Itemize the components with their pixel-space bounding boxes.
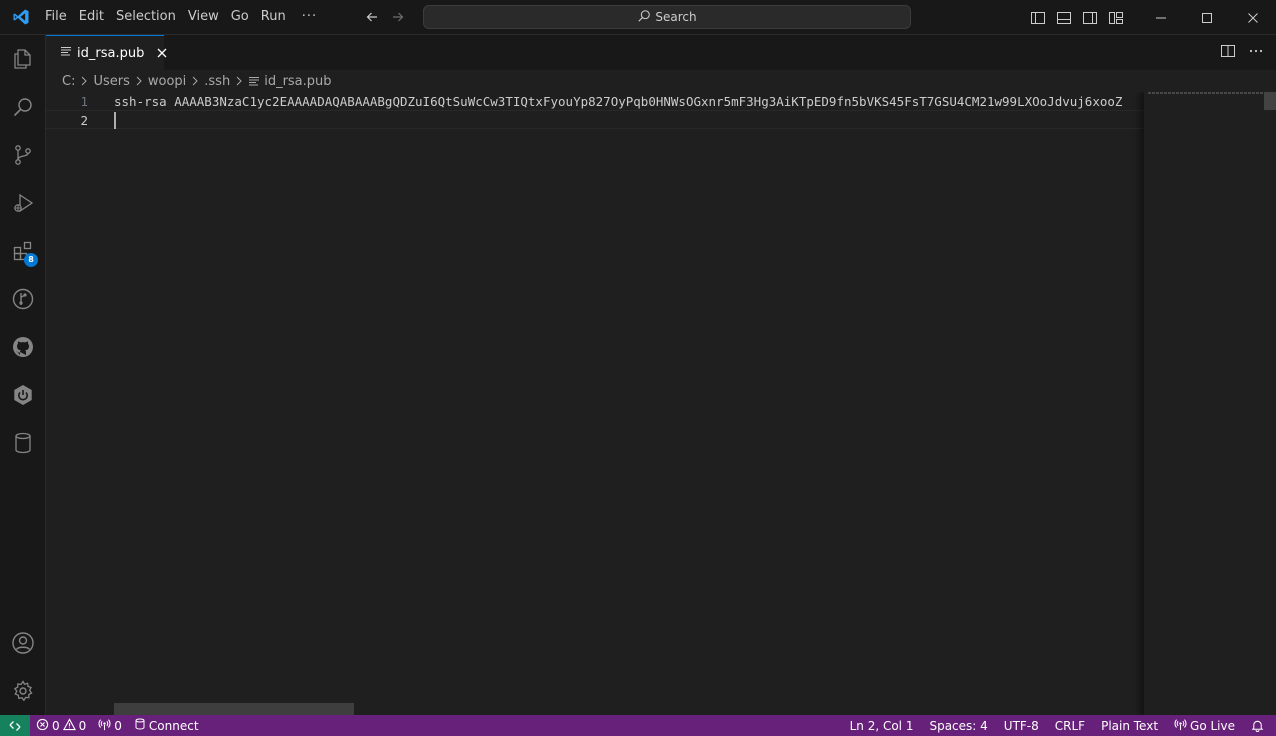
status-bar-right: Ln 2, Col 1 Spaces: 4 UTF-8 CRLF Plain T…: [842, 715, 1276, 736]
warning-icon: [62, 717, 76, 734]
layout-controls: [1030, 0, 1124, 35]
encoding-status[interactable]: UTF-8: [996, 715, 1047, 736]
more-actions-icon[interactable]: [1248, 43, 1264, 63]
github-icon[interactable]: [0, 323, 46, 371]
navigation-arrows: [363, 8, 407, 26]
breadcrumb-item-users[interactable]: Users: [93, 74, 129, 89]
menu-edit[interactable]: Edit: [73, 6, 110, 28]
search-placeholder: Search: [655, 10, 697, 24]
chevron-right-icon: [134, 76, 144, 86]
chevron-right-icon: [234, 76, 244, 86]
menu-run[interactable]: Run: [255, 6, 292, 28]
connect-status[interactable]: Connect: [128, 715, 205, 736]
connect-label: Connect: [148, 718, 199, 733]
command-center-search[interactable]: Search: [423, 5, 911, 29]
editor-line: 1 ssh-rsa AAAAB3NzaC1yc2EAAAADAQABAAABgQ…: [46, 92, 1143, 111]
accounts-icon[interactable]: [0, 619, 46, 667]
text-editor[interactable]: 1 ssh-rsa AAAAB3NzaC1yc2EAAAADAQABAAABgQ…: [46, 92, 1276, 715]
source-control-icon[interactable]: [0, 131, 46, 179]
title-bar: File Edit Selection View Go Run ··· Sear…: [0, 0, 1276, 35]
indentation-status[interactable]: Spaces: 4: [921, 715, 995, 736]
menu-view[interactable]: View: [182, 6, 225, 28]
language-mode[interactable]: Plain Text: [1093, 715, 1166, 736]
notifications-bell-icon[interactable]: [1243, 715, 1276, 736]
editor-line-current: 2: [46, 110, 1143, 129]
horizontal-scrollbar-thumb[interactable]: [114, 703, 354, 715]
go-live-button[interactable]: Go Live: [1166, 715, 1243, 736]
menu-go[interactable]: Go: [225, 6, 255, 28]
status-bar: 0 0 0 Connect Ln 2, Col 1 Spaces: 4 UTF-…: [0, 715, 1276, 736]
chevron-right-icon: [79, 76, 89, 86]
line-number: 1: [80, 94, 88, 109]
toggle-primary-sidebar-icon[interactable]: [1030, 10, 1046, 26]
extensions-icon[interactable]: 8: [0, 227, 46, 275]
window-controls: [1138, 0, 1276, 35]
maximize-icon[interactable]: [1184, 0, 1230, 35]
customize-layout-icon[interactable]: [1108, 10, 1124, 26]
tab-id-rsa-pub[interactable]: id_rsa.pub: [46, 35, 167, 70]
extensions-badge: 8: [24, 253, 38, 267]
warning-count: 0: [78, 718, 87, 733]
chevron-right-icon: [190, 76, 200, 86]
broadcast-icon: [98, 718, 111, 734]
vertical-scrollbar-thumb[interactable]: [1264, 92, 1276, 110]
error-count: 0: [52, 718, 60, 733]
broadcast-icon: [1174, 718, 1187, 734]
breadcrumb-item-file[interactable]: id_rsa.pub: [264, 74, 331, 89]
cursor-position[interactable]: Ln 2, Col 1: [842, 715, 922, 736]
problems-status[interactable]: 0 0: [30, 715, 92, 736]
menu-bar: File Edit Selection View Go Run ···: [39, 0, 327, 35]
toggle-panel-icon[interactable]: [1056, 10, 1072, 26]
file-lines-icon: [248, 75, 260, 87]
go-live-label: Go Live: [1190, 718, 1235, 733]
git-graph-icon[interactable]: [0, 275, 46, 323]
breadcrumb-item-woopi[interactable]: woopi: [148, 74, 186, 89]
menu-more[interactable]: ···: [292, 6, 327, 28]
arrow-left-icon[interactable]: [363, 8, 381, 26]
split-editor-icon[interactable]: [1220, 43, 1236, 63]
line-text[interactable]: ssh-rsa AAAAB3NzaC1yc2EAAAADAQABAAABgQDZ…: [114, 92, 1122, 111]
menu-file[interactable]: File: [39, 6, 73, 28]
vertical-scrollbar[interactable]: [1263, 92, 1276, 715]
menu-selection[interactable]: Selection: [110, 6, 182, 28]
tab-label: id_rsa.pub: [77, 45, 145, 61]
toggle-secondary-sidebar-icon[interactable]: [1082, 10, 1098, 26]
activity-bar: 8: [0, 35, 46, 715]
search-icon[interactable]: [0, 83, 46, 131]
line-number: 2: [80, 113, 88, 128]
error-icon: [36, 718, 49, 734]
database-icon: [134, 718, 146, 733]
ports-status[interactable]: 0: [92, 715, 128, 736]
search-icon: [637, 9, 651, 26]
tab-close-icon[interactable]: [157, 45, 167, 61]
run-debug-icon[interactable]: [0, 179, 46, 227]
database-icon[interactable]: [0, 419, 46, 467]
minimap[interactable]: [1143, 92, 1264, 715]
editor-tabs-bar: id_rsa.pub: [46, 35, 1276, 70]
breadcrumb: C: Users woopi .ssh id_rsa.pub: [46, 70, 1276, 92]
file-lines-icon: [60, 45, 72, 61]
arrow-right-icon[interactable]: [389, 8, 407, 26]
minimap-line: [1148, 92, 1264, 94]
close-icon[interactable]: [1230, 0, 1276, 35]
breadcrumb-item-drive[interactable]: C:: [62, 74, 75, 89]
breadcrumb-item-ssh[interactable]: .ssh: [204, 74, 230, 89]
minimize-icon[interactable]: [1138, 0, 1184, 35]
editor-actions: [1220, 35, 1264, 70]
text-cursor: [114, 112, 116, 129]
explorer-icon[interactable]: [0, 35, 46, 83]
vscode-logo-icon: [4, 0, 38, 35]
eol-status[interactable]: CRLF: [1047, 715, 1093, 736]
remote-indicator-icon[interactable]: [0, 715, 30, 736]
spring-boot-icon[interactable]: [0, 371, 46, 419]
manage-gear-icon[interactable]: [0, 667, 46, 715]
ports-count: 0: [114, 718, 122, 733]
